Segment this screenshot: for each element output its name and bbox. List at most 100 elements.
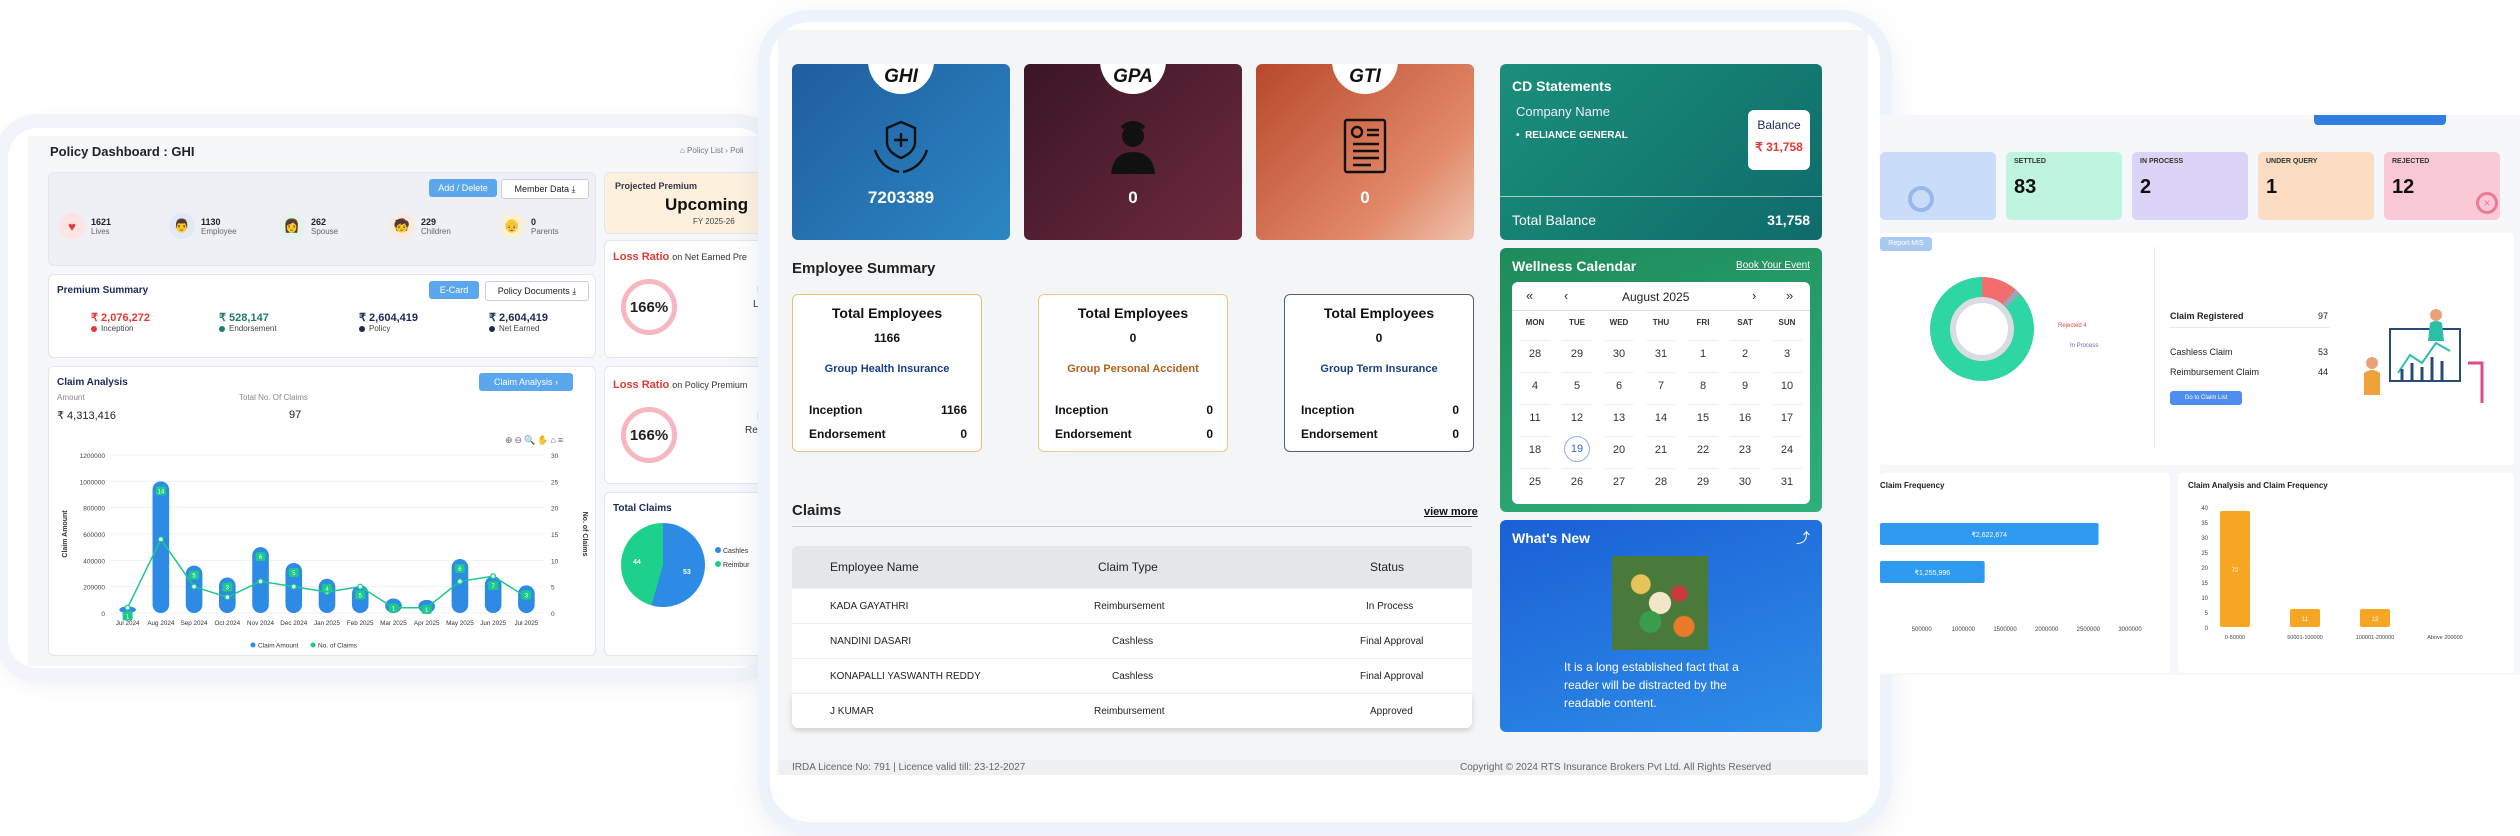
status-card-total[interactable]: [1880, 152, 1996, 220]
x-tick-label: Jul 2025: [514, 620, 538, 627]
breadcrumb[interactable]: ⌂ Policy List › Poli: [680, 146, 744, 155]
report-mis-button[interactable]: Report MIS: [1880, 237, 1932, 251]
calendar: « ‹ August 2025 › » MON TUE WED THU FRI SAT SU…: [1512, 282, 1810, 504]
cal-weekday: WED: [1609, 318, 1629, 327]
add-delete-button[interactable]: Add / Delete: [429, 179, 497, 197]
view-more-link[interactable]: view more: [1424, 506, 1478, 518]
policy-dashboard-panel: Policy Dashboard : GHI ⌂ Policy List › P…: [8, 128, 768, 668]
x-tick-label: 50001-100000: [2287, 635, 2322, 641]
ecard-button[interactable]: E-Card: [429, 281, 479, 299]
cal-day[interactable]: 31: [1772, 468, 1802, 495]
stat-parents: 👴 0 Parents: [499, 213, 559, 239]
cal-day[interactable]: 25: [1520, 468, 1550, 495]
policy-documents-button[interactable]: Policy Documents ⤓: [485, 281, 589, 301]
cal-day[interactable]: 15: [1688, 404, 1718, 431]
status-card-settled[interactable]: SETTLED 83: [2006, 152, 2122, 220]
cal-day[interactable]: 20: [1604, 436, 1634, 463]
projected-fy: FY 2025-26: [693, 217, 735, 226]
legend-label[interactable]: No. of Claims: [318, 643, 358, 650]
share-icon[interactable]: ⤴: [1796, 528, 1810, 548]
status-card-rejected[interactable]: REJECTED 12 ×: [2384, 152, 2500, 220]
cal-day[interactable]: 1: [1688, 340, 1718, 367]
cal-day[interactable]: 4: [1520, 372, 1550, 399]
tile-gpa[interactable]: GPA 0: [1024, 64, 1242, 240]
y-tick-label: 10: [2201, 596, 2208, 602]
stat-employee: 👨 1130 Employee: [169, 213, 237, 239]
loss-ratio-card-2: Loss Ratio on Policy Premium 166% Da Rem…: [604, 366, 768, 484]
cal-day[interactable]: 3: [1772, 340, 1802, 367]
cal-day[interactable]: 29: [1562, 340, 1592, 367]
cal-day[interactable]: 28: [1520, 340, 1550, 367]
y-tick-label: 600000: [83, 532, 105, 539]
gpa-value: 0: [1128, 188, 1138, 207]
member-stats-card: Add / Delete Member Data ⤓ ♥ 1621 Lives 👨 1…: [48, 172, 596, 266]
legend-label[interactable]: Claim Amount: [258, 643, 299, 650]
cal-day[interactable]: 2: [1730, 340, 1760, 367]
donut-label-rejected: Rejected 4: [2058, 323, 2087, 329]
tile-ghi[interactable]: GHI 7203389: [792, 64, 1010, 240]
member-data-button[interactable]: Member Data ⤓: [501, 179, 589, 199]
cashless-claim-label: Cashless Claim: [2170, 347, 2233, 357]
cal-first-button[interactable]: «: [1526, 288, 1533, 303]
cal-day[interactable]: 31: [1646, 340, 1676, 367]
go-to-claim-list-button[interactable]: Go to Claim List: [2170, 391, 2242, 405]
cal-day[interactable]: 14: [1646, 404, 1676, 431]
y2-tick-label: 15: [551, 532, 559, 539]
claim-status-donut: [1930, 277, 2034, 381]
total-balance-label: Total Balance: [1512, 212, 1597, 228]
cal-day[interactable]: 29: [1688, 468, 1718, 495]
cal-day[interactable]: 23: [1730, 436, 1760, 463]
cal-day[interactable]: 11: [1520, 404, 1550, 431]
table-row[interactable]: KADA GAYATHRI Reimbursement In Process: [792, 588, 1472, 623]
line-point: [456, 578, 463, 585]
cal-day[interactable]: 17: [1772, 404, 1802, 431]
cal-day[interactable]: 6: [1604, 372, 1634, 399]
cal-day[interactable]: 16: [1730, 404, 1760, 431]
x-tick-label: 1000000: [1952, 627, 1976, 633]
cal-day[interactable]: 27: [1604, 468, 1634, 495]
cal-weekday: TUE: [1569, 318, 1585, 327]
claim-analysis-frequency-chart: 40 35 30 25 20 15 10 5 0 0-50000 50001-100000 10000…: [2201, 506, 2462, 641]
wellness-calendar-card: Wellness Calendar Book Your Event « ‹ Au…: [1500, 248, 1822, 512]
cal-day[interactable]: 18: [1520, 436, 1550, 463]
cal-next-button[interactable]: ›: [1752, 288, 1756, 303]
x-tick-label: 100001-200000: [2356, 635, 2395, 641]
cal-day[interactable]: 24: [1772, 436, 1802, 463]
x-tick-label: Nov 2024: [247, 620, 274, 627]
claim-analysis-button[interactable]: Claim Analysis ›: [479, 373, 573, 391]
cal-prev-button[interactable]: ‹: [1564, 288, 1568, 303]
status-card-in-process[interactable]: IN PROCESS 2: [2132, 152, 2248, 220]
cal-weekday: FRI: [1696, 318, 1710, 327]
cd-statements-card: CD Statements Company Name • RELIANCE GE…: [1500, 64, 1822, 240]
cal-day[interactable]: 30: [1604, 340, 1634, 367]
book-event-link[interactable]: Book Your Event: [1736, 260, 1810, 271]
page-title: Policy Dashboard : GHI: [50, 144, 195, 159]
cal-day[interactable]: 12: [1562, 404, 1592, 431]
cal-day[interactable]: 21: [1646, 436, 1676, 463]
cal-day[interactable]: 28: [1646, 468, 1676, 495]
y2-tick-label: 10: [551, 558, 559, 565]
child-avatar-icon: 🧒: [389, 213, 415, 239]
pie-label-a: 44: [633, 559, 641, 566]
cal-day[interactable]: 5: [1562, 372, 1592, 399]
cal-day[interactable]: 30: [1730, 468, 1760, 495]
legend-swatch: [310, 642, 316, 648]
shield-hands-icon: [873, 120, 929, 174]
cal-day[interactable]: 9: [1730, 372, 1760, 399]
cal-day[interactable]: 7: [1646, 372, 1676, 399]
cal-last-button[interactable]: »: [1786, 288, 1793, 303]
cal-day[interactable]: 10: [1772, 372, 1802, 399]
cal-day[interactable]: 22: [1688, 436, 1718, 463]
footer-licence: IRDA Licence No: 791 | Licence valid til…: [792, 762, 1026, 773]
cal-day[interactable]: 13: [1604, 404, 1634, 431]
reimbursement-claim-label: Reimbursement Claim: [2170, 367, 2260, 377]
table-row[interactable]: NANDINI DASARI Cashless Final Approval: [792, 623, 1472, 658]
cal-day[interactable]: 19: [1564, 436, 1590, 462]
status-card-under-query[interactable]: UNDER QUERY 1: [2258, 152, 2374, 220]
cal-day[interactable]: 8: [1688, 372, 1718, 399]
table-row[interactable]: J KUMAR Reimbursement Approved: [792, 693, 1472, 728]
cal-day[interactable]: 26: [1562, 468, 1592, 495]
table-row[interactable]: KONAPALLI YASWANTH REDDY Cashless Final …: [792, 658, 1472, 693]
header-tab[interactable]: [2314, 115, 2446, 125]
tile-gti[interactable]: GTI 0: [1256, 64, 1474, 240]
